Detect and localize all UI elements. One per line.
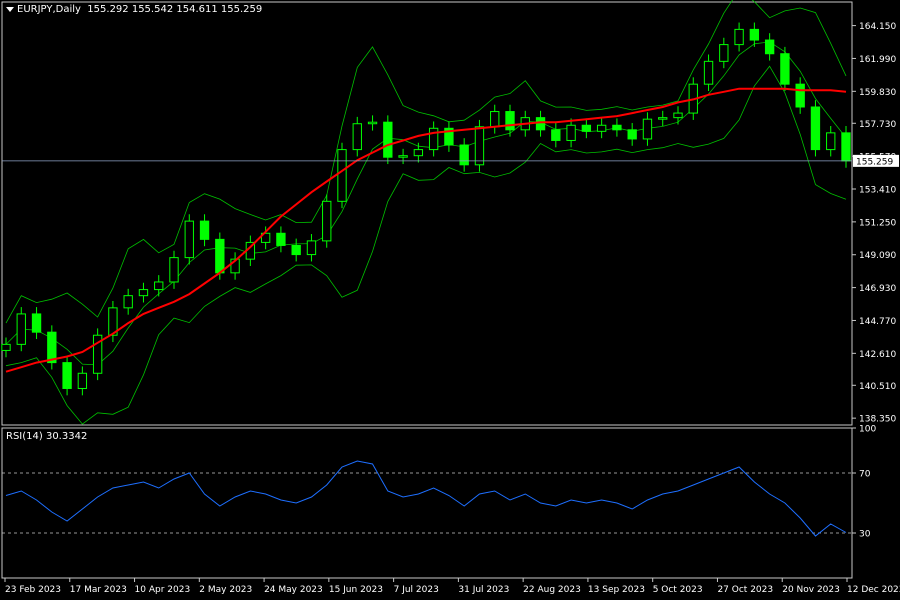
time-axis-label: 5 Oct 2023 bbox=[653, 585, 703, 595]
candle-body bbox=[337, 149, 347, 202]
rsi-label: RSI(14) 30.3342 bbox=[6, 431, 88, 442]
price-axis-label: 142.610 bbox=[859, 350, 896, 360]
bollinger-lower-band bbox=[5, 65, 847, 425]
candle-body bbox=[352, 123, 362, 151]
candle-body bbox=[474, 126, 485, 166]
candle-body bbox=[566, 124, 576, 141]
price-axis-label: 159.830 bbox=[859, 88, 896, 98]
price-axis-label: 138.350 bbox=[859, 415, 896, 425]
candle-body bbox=[138, 289, 149, 297]
candle-body bbox=[1, 343, 11, 351]
time-axis-label: 12 Dec 2023 bbox=[847, 585, 900, 595]
candle-body bbox=[719, 44, 729, 62]
time-axis-label: 7 Jul 2023 bbox=[394, 585, 439, 595]
candle-body bbox=[322, 200, 332, 242]
rsi-line bbox=[5, 460, 847, 537]
candle-body bbox=[215, 238, 225, 274]
candle-body bbox=[596, 124, 607, 132]
candle-body bbox=[16, 313, 26, 345]
price-axis-label: 146.930 bbox=[859, 284, 896, 294]
candle-body bbox=[581, 124, 592, 132]
rsi-axis-label: 70 bbox=[859, 470, 871, 480]
candle-body bbox=[367, 121, 378, 125]
symbol-label: EURJPY,Daily bbox=[17, 4, 81, 15]
price-axis-label: 144.770 bbox=[859, 317, 896, 327]
candle-body bbox=[123, 295, 133, 309]
candle-body bbox=[398, 155, 408, 158]
time-axis-label: 22 Aug 2023 bbox=[523, 585, 581, 595]
rsi-axis-label: 100 bbox=[859, 425, 876, 435]
chart-area[interactable]: 164.150161.990159.830157.730155.570153.4… bbox=[0, 0, 900, 600]
candle-body bbox=[276, 232, 286, 246]
price-axis-label: 153.410 bbox=[859, 186, 896, 196]
candle-body bbox=[77, 372, 88, 389]
time-axis-label: 10 Apr 2023 bbox=[135, 585, 191, 595]
price-chart[interactable]: 164.150161.990159.830157.730155.570153.4… bbox=[0, 0, 900, 600]
candle-body bbox=[673, 112, 683, 119]
time-axis-label: 2 May 2023 bbox=[199, 585, 252, 595]
price-axis-label: 157.730 bbox=[859, 120, 896, 130]
candle-body bbox=[734, 28, 744, 46]
price-axis-label: 151.250 bbox=[859, 218, 896, 228]
time-axis-label: 31 Jul 2023 bbox=[458, 585, 509, 595]
candle-body bbox=[490, 111, 500, 128]
candle-body bbox=[627, 129, 637, 140]
candle-body bbox=[199, 220, 210, 240]
time-axis-label: 24 May 2023 bbox=[264, 585, 323, 595]
dropdown-triangle-icon[interactable] bbox=[6, 6, 14, 12]
candle-body bbox=[413, 149, 424, 157]
symbol-header: EURJPY,Daily 155.292 155.542 154.611 155… bbox=[6, 4, 262, 15]
candle-body bbox=[612, 124, 622, 131]
candle-body bbox=[551, 129, 561, 141]
candle-body bbox=[642, 118, 653, 140]
price-axis-label: 161.990 bbox=[859, 55, 896, 65]
candle-body bbox=[154, 281, 164, 291]
ohlc-values: 155.292 155.542 154.611 155.259 bbox=[87, 4, 263, 15]
price-axis-label: 164.150 bbox=[859, 22, 896, 32]
rsi-axis-label: 30 bbox=[859, 530, 871, 540]
candle-body bbox=[383, 121, 393, 158]
candle-body bbox=[291, 244, 301, 256]
price-axis-label: 149.090 bbox=[859, 251, 896, 261]
time-axis-label: 13 Sep 2023 bbox=[588, 585, 645, 595]
candle-body bbox=[841, 132, 851, 162]
time-axis-label: 27 Oct 2023 bbox=[717, 585, 773, 595]
moving-average-line bbox=[5, 87, 847, 373]
time-axis-label: 20 Nov 2023 bbox=[782, 585, 840, 595]
candle-body bbox=[658, 117, 668, 120]
candle-body bbox=[780, 53, 790, 85]
candle-body bbox=[749, 28, 760, 41]
candle-body bbox=[795, 83, 805, 108]
candle-body bbox=[169, 257, 179, 283]
time-axis-label: 15 Jun 2023 bbox=[329, 585, 383, 595]
candle-body bbox=[764, 39, 775, 55]
candle-body bbox=[810, 106, 821, 151]
price-panel-frame bbox=[1, 1, 853, 426]
candle-body bbox=[62, 362, 72, 389]
rsi-header: RSI(14) 30.3342 bbox=[6, 431, 87, 442]
candle-body bbox=[31, 313, 42, 333]
rsi-panel-frame bbox=[1, 427, 853, 579]
candle-body bbox=[505, 111, 515, 131]
candle-body bbox=[826, 132, 836, 151]
candle-body bbox=[306, 240, 317, 256]
candle-body bbox=[535, 117, 546, 131]
time-axis-label: 17 Mar 2023 bbox=[70, 585, 127, 595]
price-axis-label: 140.510 bbox=[859, 382, 896, 392]
candle-body bbox=[459, 144, 469, 166]
candle-body bbox=[703, 60, 714, 85]
candle-body bbox=[428, 127, 439, 151]
time-axis-label: 23 Feb 2023 bbox=[5, 585, 61, 595]
current-price-label: 155.259 bbox=[856, 157, 893, 167]
bollinger-middle-band bbox=[5, 41, 847, 366]
candle-body bbox=[184, 220, 194, 259]
